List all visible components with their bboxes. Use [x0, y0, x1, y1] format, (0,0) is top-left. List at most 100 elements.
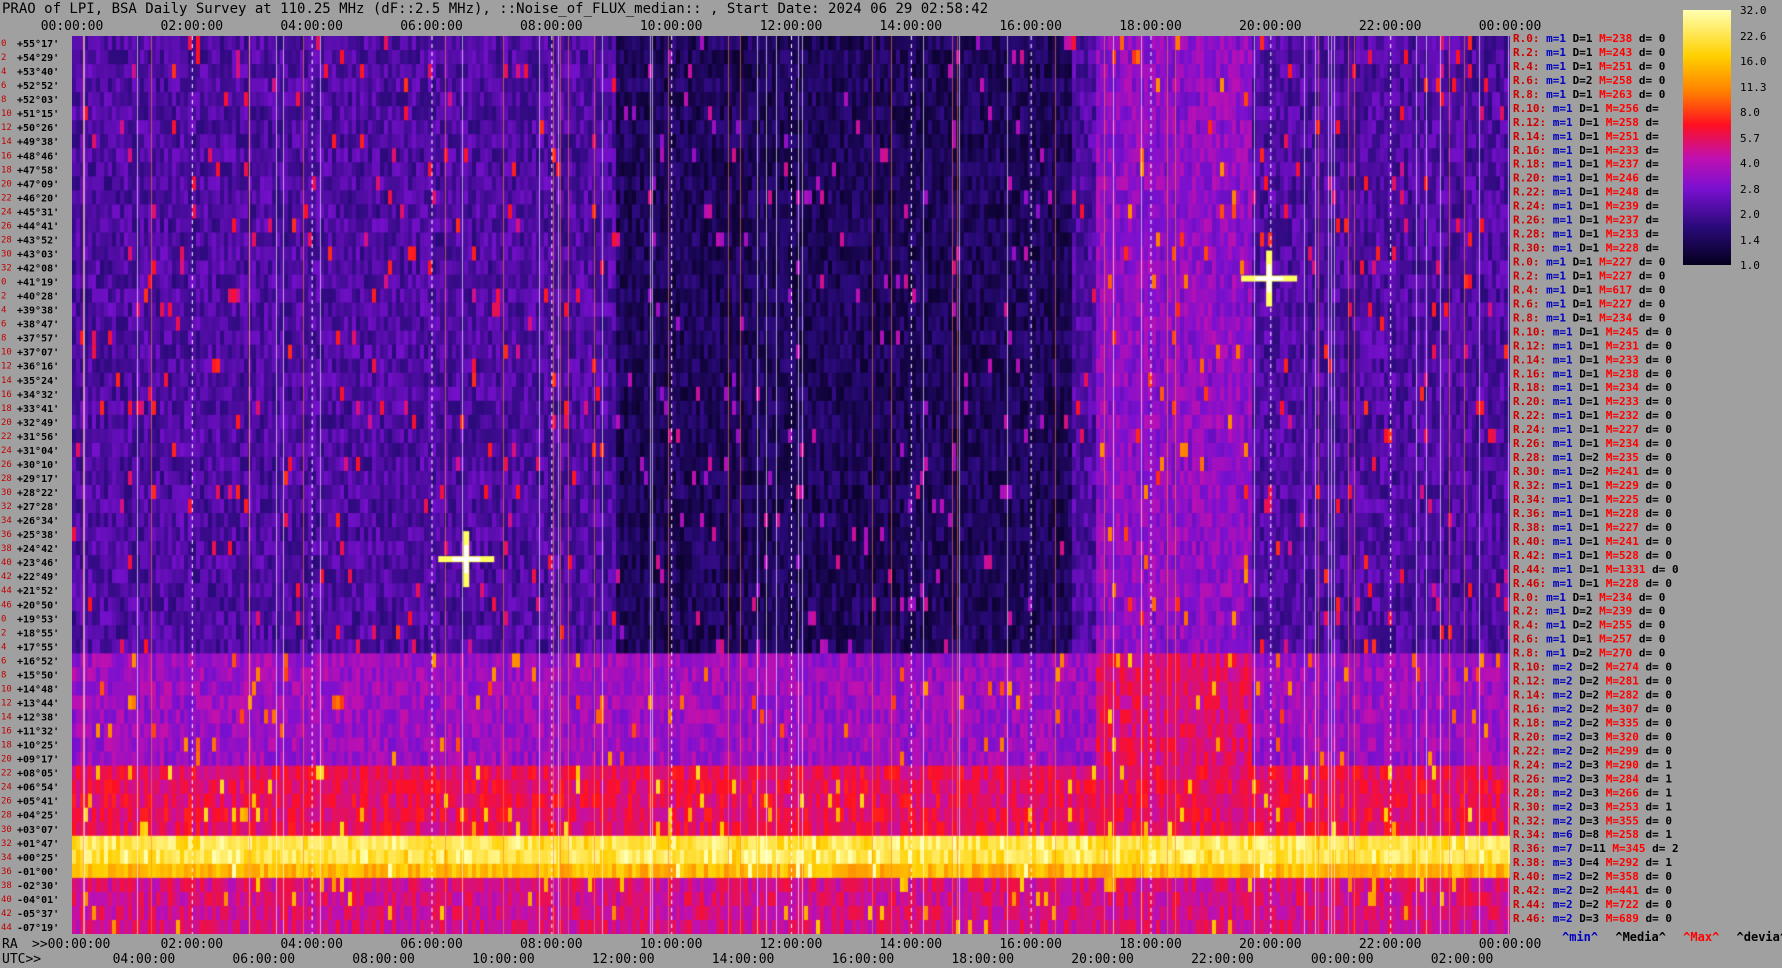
colorbar-tick: 11.3	[1740, 80, 1767, 94]
dec-tick-label: +25°38'	[17, 530, 59, 541]
dec-tick-label: +03°07'	[17, 825, 59, 836]
row-index-label: 8	[1, 670, 6, 680]
x-bottom-ra-tick: 20:00:00	[1239, 937, 1302, 952]
row-index-label: 30	[1, 488, 12, 498]
dec-tick-label: +09°17'	[17, 755, 59, 766]
row-index-label: 20	[1, 179, 12, 189]
row-index-label: 12	[1, 123, 12, 133]
dec-tick-label: +26°34'	[17, 516, 59, 527]
x-top-tick: 18:00:00	[1119, 19, 1182, 34]
legend-dev: ^devia^	[1736, 930, 1782, 944]
x-top-tick: 10:00:00	[640, 19, 703, 34]
row-index-label: 18	[1, 404, 12, 414]
x-bottom-utc-tick: 10:00:00	[472, 952, 535, 967]
dec-tick-label: +39°38'	[17, 306, 59, 317]
row-index-label: 6	[1, 656, 6, 666]
row-index-label: 22	[1, 769, 12, 779]
colorbar-tick: 4.0	[1740, 157, 1760, 170]
dec-tick-label: +01°47'	[17, 839, 59, 850]
row-index-label: 14	[1, 137, 12, 147]
x-bottom-ra-tick: 04:00:00	[280, 937, 343, 952]
dec-tick-label: +29°17'	[17, 474, 59, 485]
row-stat: R.32: m=2 D=3 M=355 d= 0	[1513, 814, 1672, 827]
row-stat: R.26: m=2 D=3 M=284 d= 1	[1513, 772, 1672, 785]
row-stat: R.20: m=1 D=1 M=233 d= 0	[1513, 395, 1672, 408]
dec-tick-label: +37°57'	[17, 334, 59, 345]
dec-tick-label: +40°28'	[17, 292, 59, 303]
legend-median: ^Media^	[1615, 930, 1666, 944]
dec-tick-label: +04°25'	[17, 811, 59, 822]
dec-tick-label: +51°15'	[17, 109, 59, 120]
row-index-label: 20	[1, 755, 12, 765]
row-index-label: 46	[1, 600, 12, 610]
row-index-label: 42	[1, 572, 12, 582]
x-bottom-ra-tick: 08:00:00	[520, 937, 583, 952]
x-top-tick: 16:00:00	[999, 19, 1062, 34]
row-stat: R.2: m=1 D=1 M=243 d= 0	[1513, 46, 1665, 59]
row-index-label: 30	[1, 249, 12, 259]
x-bottom-ra-tick: 18:00:00	[1119, 937, 1182, 952]
dec-tick-label: +46°20'	[17, 193, 59, 204]
row-index-label: 12	[1, 698, 12, 708]
row-stat: R.24: m=1 D=1 M=239 d=	[1513, 200, 1659, 213]
dec-tick-label: +33°41'	[17, 404, 59, 415]
colorbar-tick: 8.0	[1740, 106, 1760, 119]
dec-tick-label: +52°03'	[17, 95, 59, 106]
row-stat: R.12: m=1 D=1 M=258 d=	[1513, 116, 1659, 129]
row-index-label: 6	[1, 81, 6, 91]
dec-tick-label: +22°49'	[17, 572, 59, 583]
row-stat: R.30: m=2 D=3 M=253 d= 1	[1513, 800, 1672, 813]
row-stat: R.28: m=1 D=1 M=233 d=	[1513, 228, 1659, 241]
row-index-label: 16	[1, 151, 12, 161]
row-index-label: 34	[1, 853, 12, 863]
dec-tick-label: +30°10'	[17, 460, 59, 471]
row-stat: R.16: m=1 D=1 M=238 d= 0	[1513, 367, 1672, 380]
row-stat: R.4: m=1 D=1 M=251 d= 0	[1513, 60, 1665, 73]
row-index-label: 40	[1, 895, 12, 905]
row-stat: R.12: m=1 D=1 M=231 d= 0	[1513, 339, 1672, 352]
row-stat: R.10: m=2 D=2 M=274 d= 0	[1513, 661, 1672, 674]
dec-tick-label: +17°55'	[17, 642, 59, 653]
row-stat: R.14: m=2 D=2 M=282 d= 0	[1513, 689, 1672, 702]
row-stat: R.18: m=1 D=1 M=237 d=	[1513, 158, 1659, 171]
row-stat: R.6: m=1 D=1 M=227 d= 0	[1513, 297, 1665, 310]
row-stat: R.38: m=1 D=1 M=227 d= 0	[1513, 521, 1672, 534]
row-index-label: 4	[1, 642, 6, 652]
x-top-tick: 20:00:00	[1239, 19, 1302, 34]
dec-tick-label: +28°22'	[17, 488, 59, 499]
dec-tick-label: +47°58'	[17, 165, 59, 176]
row-index-label: 16	[1, 727, 12, 737]
row-stat: R.30: m=1 D=1 M=228 d=	[1513, 242, 1659, 255]
dec-tick-label: +48°46'	[17, 151, 59, 162]
row-index-label: 22	[1, 193, 12, 203]
dec-tick-label: +42°08'	[17, 264, 59, 275]
heatmap-canvas	[72, 36, 1510, 934]
dec-tick-label: +49°38'	[17, 137, 59, 148]
x-bottom-ra-tick: 02:00:00	[161, 937, 224, 952]
dec-tick-label: +13°44'	[17, 698, 59, 709]
row-index-label: 32	[1, 502, 12, 512]
row-stat: R.16: m=2 D=2 M=307 d= 0	[1513, 703, 1672, 716]
dec-tick-label: -05°37'	[17, 909, 59, 920]
row-index-label: 42	[1, 909, 12, 919]
x-bottom-ra-tick: 00:00:00	[1479, 937, 1542, 952]
row-index-label: 44	[1, 586, 12, 596]
dec-tick-label: +10°25'	[17, 741, 59, 752]
row-stat: R.24: m=1 D=1 M=227 d= 0	[1513, 423, 1672, 436]
row-stat: R.34: m=6 D=8 M=258 d= 1	[1513, 828, 1672, 841]
row-stat: R.4: m=1 D=2 M=255 d= 0	[1513, 619, 1665, 632]
x-bottom-ra-tick: 06:00:00	[400, 937, 463, 952]
heatmap-plot[interactable]	[72, 36, 1510, 934]
row-index-label: 14	[1, 376, 12, 386]
row-index-label: 28	[1, 474, 12, 484]
dec-tick-label: +06°54'	[17, 783, 59, 794]
dec-tick-label: +00°25'	[17, 853, 59, 864]
dec-tick-label: +31°04'	[17, 446, 59, 457]
dec-tick-label: +21°52'	[17, 586, 59, 597]
x-bottom-ra-tick: 10:00:00	[640, 937, 703, 952]
legend-max: ^Max^	[1683, 930, 1720, 944]
dec-tick-label: +34°32'	[17, 390, 59, 401]
row-stat: R.28: m=2 D=3 M=266 d= 1	[1513, 786, 1672, 799]
dec-tick-label: +38°47'	[17, 320, 59, 331]
colorbar-tick: 22.6	[1740, 29, 1767, 43]
